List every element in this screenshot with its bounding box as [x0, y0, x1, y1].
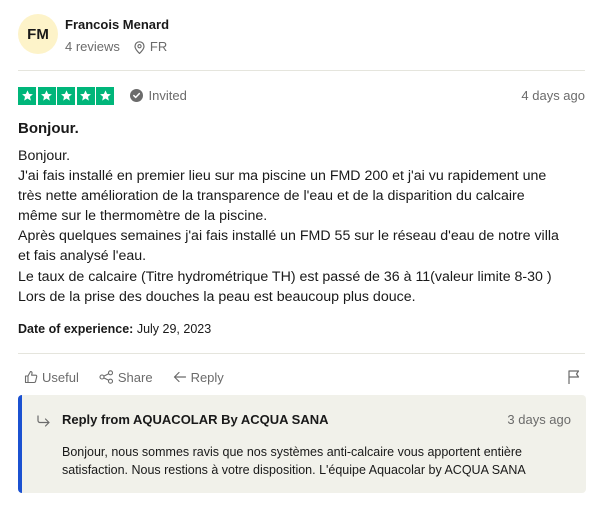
review-body-line: et fais analysé l'eau. [18, 248, 147, 265]
star-icon [37, 86, 56, 105]
share-button[interactable]: Share [99, 370, 153, 385]
review-date: 4 days ago [521, 88, 585, 103]
review-body-line: très nette amélioration de la transparen… [18, 188, 525, 205]
useful-button[interactable]: Useful [24, 370, 79, 385]
reviews-count: 4 reviews [65, 39, 120, 54]
date-of-experience: Date of experience: July 29, 2023 [18, 321, 211, 337]
rating-row: Invited 4 days ago [18, 86, 585, 105]
actions-divider [18, 353, 585, 354]
review-body: Bonjour. J'ai fais installé en premier li… [18, 146, 588, 307]
experience-date: July 29, 2023 [136, 322, 212, 336]
reply-from: Reply from AQUACOLAR By ACQUA SANA [62, 412, 329, 427]
thumbs-up-icon [24, 370, 38, 384]
reply-date: 3 days ago [507, 412, 571, 427]
review-title[interactable]: Bonjour. [18, 120, 79, 138]
header-divider [18, 70, 585, 71]
star-icon [57, 86, 75, 105]
reply-button[interactable]: Reply [173, 370, 224, 385]
star-icon [96, 86, 114, 105]
flag-icon [568, 370, 580, 384]
invited-badge[interactable]: Invited [129, 88, 187, 103]
review-actions: Useful Share Reply [24, 368, 585, 386]
experience-label: Date of experience: [18, 322, 134, 336]
star-rating [18, 86, 116, 105]
review-body-line: Le taux de calcaire (Titre hydrométrique… [18, 268, 552, 285]
reply-arrow-icon [37, 415, 50, 427]
star-icon [76, 86, 95, 105]
review-body-line: même sur le thermomètre de la piscine. [18, 208, 268, 225]
reply-header: Reply from AQUACOLAR By ACQUA SANA 3 day… [62, 412, 571, 428]
check-circle-icon [129, 89, 143, 102]
review-body-line: Lors de la prise des douches la peau est… [18, 288, 416, 305]
reviewer-name[interactable]: Francois Menard [65, 17, 169, 33]
reviewer-header: FM Francois Menard 4 reviews FR [18, 14, 169, 55]
reply-arrow-icon [173, 371, 186, 383]
invited-label: Invited [148, 88, 187, 103]
useful-label: Useful [42, 369, 79, 385]
company-reply: Reply from AQUACOLAR By ACQUA SANA 3 day… [18, 395, 586, 493]
location-pin-icon [134, 40, 145, 54]
star-icon [18, 86, 36, 105]
review-body-line: Après quelques semaines j'ai fais instal… [18, 228, 559, 245]
share-label: Share [117, 369, 153, 385]
reply-label: Reply [190, 369, 224, 385]
reviewer-country: FR [149, 39, 168, 54]
share-icon [99, 370, 113, 384]
reply-text: Bonjour, nous sommes ravis que nos systè… [62, 445, 526, 477]
review-body-line: J'ai fais installé en premier lieu sur m… [18, 168, 547, 185]
flag-button[interactable] [567, 369, 585, 385]
reviewer-location: FR [134, 39, 167, 55]
review-body-line: Bonjour. [18, 148, 71, 164]
reviewer-meta: 4 reviews FR [65, 39, 169, 55]
avatar[interactable]: FM [18, 14, 58, 54]
reviewer-info: Francois Menard 4 reviews FR [65, 17, 169, 55]
